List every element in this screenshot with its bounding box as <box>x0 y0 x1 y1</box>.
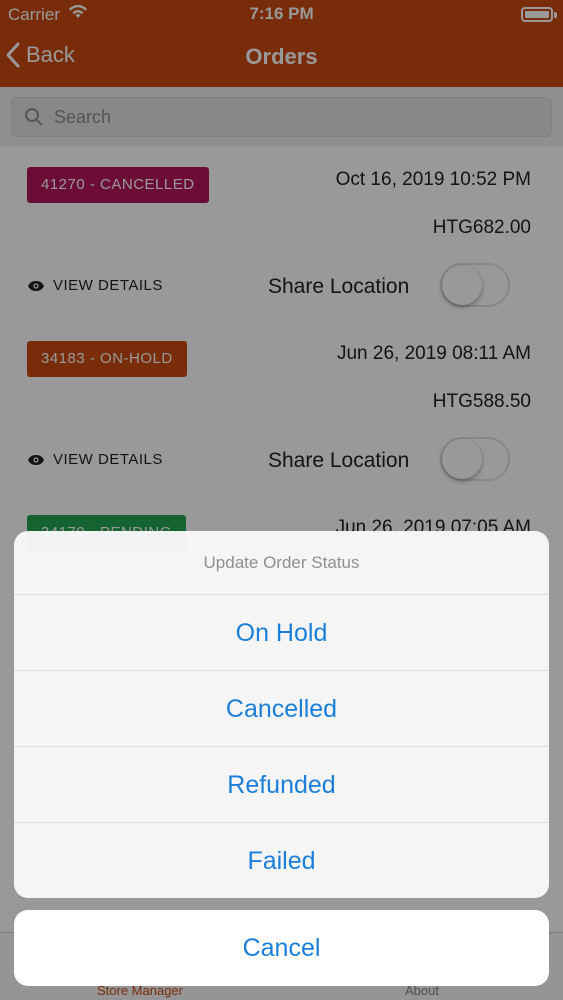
option-failed[interactable]: Failed <box>14 823 549 898</box>
option-refunded[interactable]: Refunded <box>14 747 549 823</box>
option-cancelled[interactable]: Cancelled <box>14 671 549 747</box>
action-sheet: Update Order Status On Hold Cancelled Re… <box>14 531 549 898</box>
action-sheet-title: Update Order Status <box>14 531 549 595</box>
cancel-button[interactable]: Cancel <box>14 910 549 986</box>
option-on-hold[interactable]: On Hold <box>14 595 549 671</box>
